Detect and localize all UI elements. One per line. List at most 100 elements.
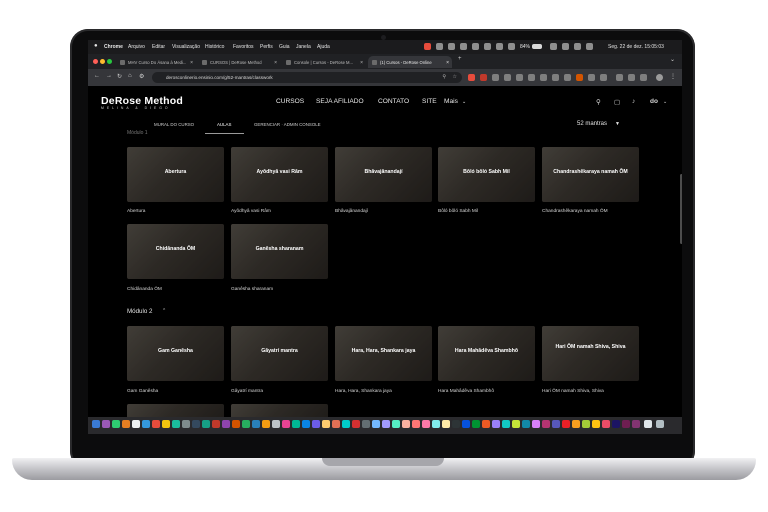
dock-app-icon[interactable] (502, 420, 510, 428)
chrome-menu-icon[interactable]: ⋮ (670, 73, 676, 80)
dock-app-icon[interactable] (272, 420, 280, 428)
dock-app-icon[interactable] (282, 420, 290, 428)
nav-seja-afiliado[interactable]: SEJA AFILIADO (316, 98, 364, 105)
extensions-puzzle-icon[interactable] (600, 74, 607, 81)
extension-icon-6[interactable] (528, 74, 535, 81)
menu-guia[interactable]: Guia (279, 44, 290, 50)
dock-app-icon[interactable] (152, 420, 160, 428)
dock-app-icon[interactable] (542, 420, 550, 428)
lesson-caption[interactable]: Ganêsha sharanam (231, 287, 273, 292)
tab-aulas[interactable]: AULAS (217, 122, 231, 127)
maximize-window-icon[interactable] (107, 59, 112, 64)
dock-app-icon[interactable] (592, 420, 600, 428)
close-window-icon[interactable] (93, 59, 98, 64)
status-icon-moon[interactable] (460, 43, 467, 50)
lesson-card[interactable]: Abertura (127, 147, 224, 202)
extension-icon-9[interactable] (564, 74, 571, 81)
lesson-card[interactable]: Hari ÔM namah Shiva, Shiva (542, 326, 639, 381)
dock-app-icon[interactable] (162, 420, 170, 428)
lesson-caption[interactable]: Gam Ganêsha (127, 389, 158, 394)
status-icon-cast[interactable] (484, 43, 491, 50)
extension-icon-3[interactable] (492, 74, 499, 81)
extension-icon-10[interactable] (576, 74, 583, 81)
browser-tab-4-active[interactable]: (1) Cursos - DeRose Online × (368, 56, 452, 68)
menu-historico[interactable]: Histórico (205, 44, 224, 50)
module-2-title[interactable]: Módulo 2 (127, 308, 152, 315)
apple-icon[interactable]: ● (94, 43, 98, 49)
dock-app-icon[interactable] (222, 420, 230, 428)
dock-app-icon[interactable] (482, 420, 490, 428)
dock-app-icon[interactable] (422, 420, 430, 428)
dock-app-icon[interactable] (572, 420, 580, 428)
menu-perfis[interactable]: Perfis (260, 44, 273, 50)
zoom-icon[interactable]: ⚲ (442, 74, 446, 80)
dock-app-icon[interactable] (262, 420, 270, 428)
lesson-card[interactable]: Chandrashêkaraya namah ÔM (542, 147, 639, 202)
dock-app-icon[interactable] (552, 420, 560, 428)
dock-app-icon[interactable] (492, 420, 500, 428)
dock-app-icon[interactable] (472, 420, 480, 428)
menu-janela[interactable]: Janela (296, 44, 311, 50)
dock-app-icon[interactable] (452, 420, 460, 428)
menu-visualizacao[interactable]: Visualização (172, 44, 200, 50)
mantra-count-dropdown[interactable]: 52 mantras (577, 121, 607, 127)
lesson-caption[interactable]: Hara Mahâdêva Shambhô (438, 389, 494, 394)
lesson-card[interactable]: Gam Ganêsha (127, 326, 224, 381)
status-icon-app1[interactable] (424, 43, 431, 50)
battery-icon[interactable] (532, 44, 542, 49)
dock-app-icon[interactable] (132, 420, 140, 428)
lesson-card[interactable]: Hara Mahâdêva Shambhô (438, 326, 535, 381)
browser-tab-1[interactable]: MHV Curso Do Ásana à Medi... × (116, 56, 196, 68)
dock-app-icon[interactable] (442, 420, 450, 428)
lesson-caption[interactable]: Ayôdhyâ vasi Râm (231, 209, 271, 214)
browser-tab-2[interactable]: CURSOS | DeRose Method × (198, 56, 280, 68)
lesson-caption[interactable]: Abertura (127, 209, 145, 214)
dock-app-icon[interactable] (182, 420, 190, 428)
tab-gerenciar[interactable]: GERENCIAR · ADMIN CONSOLE (254, 122, 321, 127)
lesson-caption[interactable]: Bhâvajânandají (335, 209, 368, 214)
dock-app-icon[interactable] (622, 420, 630, 428)
lesson-caption[interactable]: Chidânanda ÔM (127, 287, 162, 292)
dock-app-icon[interactable] (512, 420, 520, 428)
menu-app-name[interactable]: Chrome (104, 44, 123, 50)
extension-icon-1[interactable] (468, 74, 475, 81)
dock-folder-icon[interactable] (644, 420, 652, 428)
menu-editar[interactable]: Editar (152, 44, 165, 50)
dock-app-icon[interactable] (462, 420, 470, 428)
lesson-caption[interactable]: Bôló bôló Sabh Mil (438, 209, 478, 214)
lesson-card[interactable]: Chidânanda ÔM (127, 224, 224, 279)
dock-app-icon[interactable] (252, 420, 260, 428)
reload-icon[interactable]: ↻ (117, 73, 122, 80)
lesson-card[interactable]: Bhâvajânandají (335, 147, 432, 202)
dock-app-icon[interactable] (562, 420, 570, 428)
home-icon[interactable]: ⌂ (128, 73, 132, 79)
tab-search-icon[interactable]: ⌄ (670, 56, 675, 63)
dock-app-icon[interactable] (352, 420, 360, 428)
user-avatar[interactable]: do (650, 98, 658, 105)
dock-app-icon[interactable] (532, 420, 540, 428)
extension-icon-4[interactable] (504, 74, 511, 81)
extension-icon-11[interactable] (588, 74, 595, 81)
lesson-card[interactable]: Hara, Hara, Shankara jaya (335, 326, 432, 381)
extension-icon-5[interactable] (516, 74, 523, 81)
bell-icon[interactable]: ♪ (632, 98, 635, 105)
lesson-card[interactable]: Bôló bôló Sabh Mil (438, 147, 535, 202)
reading-list-icon[interactable] (616, 74, 623, 81)
menubar-clock[interactable]: Seg. 22 de dez. 15:05:03 (608, 44, 664, 50)
tab-close-icon[interactable]: × (446, 60, 449, 66)
lesson-card[interactable]: Ayôdhyâ vasi Râm (231, 147, 328, 202)
wifi-icon[interactable] (550, 43, 557, 50)
dock-app-icon[interactable] (392, 420, 400, 428)
dock-app-icon[interactable] (372, 420, 380, 428)
dock-app-icon[interactable] (142, 420, 150, 428)
extension-icon-2[interactable] (480, 74, 487, 81)
bookmark-star-icon[interactable]: ☆ (453, 74, 457, 80)
lesson-caption[interactable]: Hari ÔM namah Shiva, Shiva (542, 389, 604, 394)
menu-favoritos[interactable]: Favoritos (233, 44, 254, 50)
dock-app-icon[interactable] (522, 420, 530, 428)
dock-app-icon[interactable] (612, 420, 620, 428)
lesson-caption[interactable]: Hara, Hara, Shankara jaya (335, 389, 392, 394)
dock-app-icon[interactable] (632, 420, 640, 428)
tab-close-icon[interactable]: × (274, 60, 277, 66)
nav-mais[interactable]: Mais (444, 98, 458, 105)
